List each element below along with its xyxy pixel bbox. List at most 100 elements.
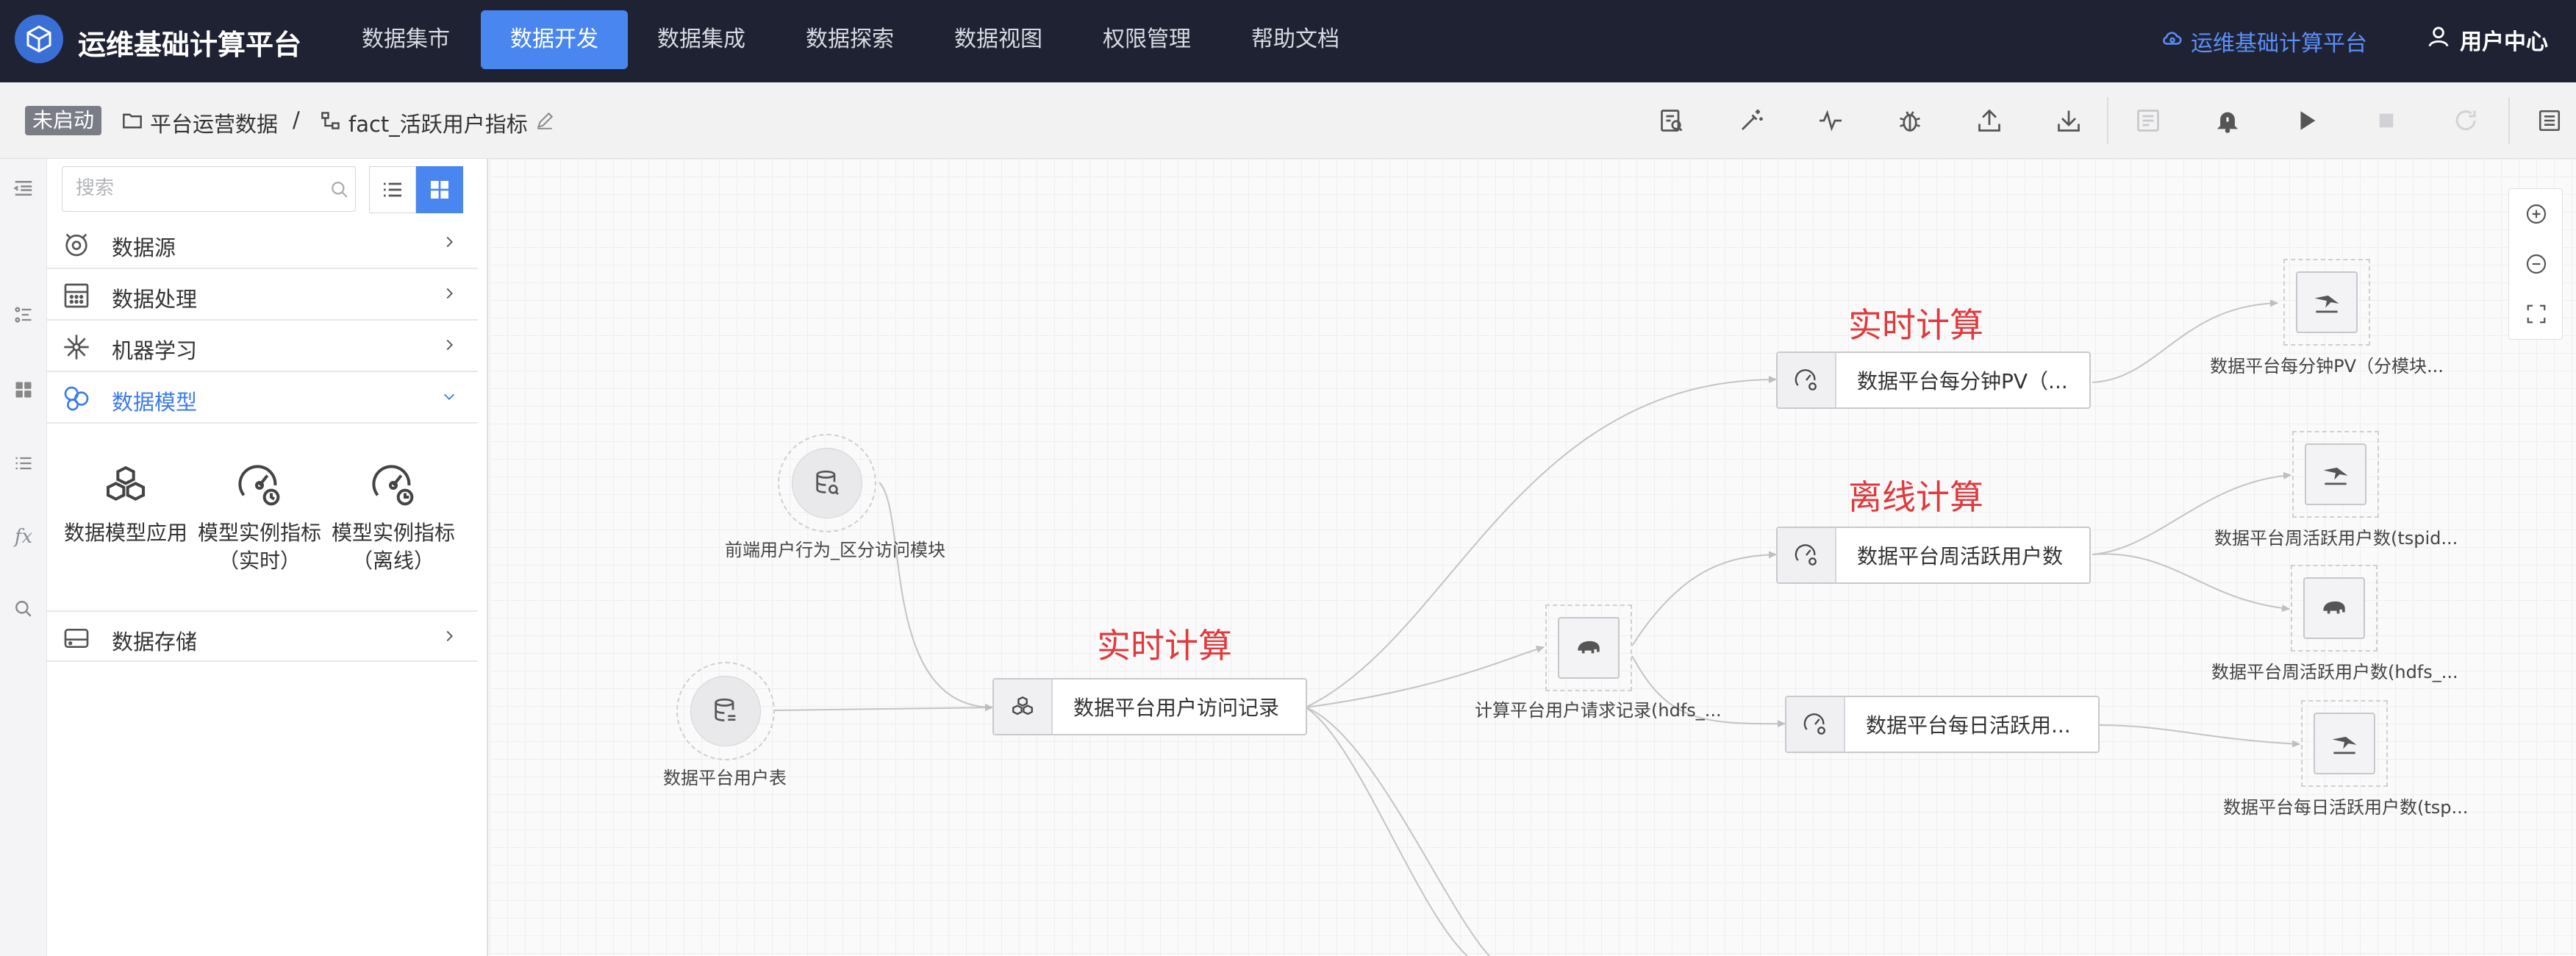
chevron-down-icon — [441, 388, 459, 406]
category-label: 数据存储 — [112, 629, 198, 654]
sink-node-label: 数据平台周活跃用户数(tspid... — [2214, 528, 2458, 549]
breadcrumb-separator: / — [293, 107, 300, 132]
nav-data-explore[interactable]: 数据探索 — [776, 10, 923, 69]
edge — [774, 704, 993, 712]
storage-node[interactable] — [1545, 604, 1632, 691]
cloud-icon — [2161, 27, 2183, 55]
zoom-out-icon[interactable] — [2522, 249, 2551, 279]
storage-node-label: 计算平台用户请求记录(hdfs_... — [1475, 700, 1722, 721]
download-icon[interactable] — [2053, 104, 2085, 137]
component-search — [62, 166, 356, 212]
breadcrumb-task[interactable]: fact_活跃用户指标 — [321, 107, 554, 138]
tool-model-metric-realtime[interactable]: 模型实例指标（实时） — [190, 462, 329, 575]
tspider-icon — [2314, 713, 2375, 774]
nav-help-docs[interactable]: 帮助文档 — [1222, 10, 1369, 69]
sink-node[interactable] — [2283, 259, 2370, 346]
debug-icon[interactable] — [1894, 104, 1926, 137]
nav-data-develop[interactable]: 数据开发 — [481, 10, 628, 69]
breadcrumb-project[interactable]: 平台运营数据 — [122, 107, 278, 138]
user-center-label: 用户中心 — [2460, 29, 2548, 55]
user-center-menu[interactable]: 用户中心 — [2426, 24, 2548, 56]
database-icon — [792, 448, 862, 518]
nav-data-market[interactable]: 数据集市 — [332, 10, 479, 69]
platform-link-label: 运维基础计算平台 — [2191, 31, 2367, 57]
alarm-bell-icon[interactable] — [2211, 104, 2244, 137]
hdfs-elephant-icon — [1558, 617, 1620, 679]
breadcrumb-project-label: 平台运营数据 — [150, 112, 279, 137]
sink-node[interactable] — [2291, 565, 2378, 652]
platform-switch-link[interactable]: 运维基础计算平台 — [2161, 25, 2367, 57]
chevron-right-icon — [441, 337, 459, 354]
grid-view-button[interactable] — [416, 166, 463, 213]
components-icon[interactable] — [10, 377, 37, 403]
pulse-icon[interactable] — [1814, 104, 1847, 137]
chevron-right-icon — [441, 285, 459, 303]
list-view-button[interactable] — [369, 166, 416, 213]
zoom-in-icon[interactable] — [2522, 199, 2551, 229]
category-processing[interactable]: 数据处理 — [47, 269, 478, 321]
hdfs-elephant-icon — [2303, 577, 2365, 639]
sink-node-label: 数据平台每日活跃用户数(tsp... — [2223, 797, 2469, 818]
list-panel-icon[interactable] — [2533, 104, 2566, 137]
flow-canvas[interactable]: 实时计算 实时计算 离线计算 前端用户行为_区分访问模块 数据平台用户表 数据平… — [490, 159, 2576, 956]
folder-icon — [122, 110, 143, 135]
process-node[interactable]: 数据平台每日活跃用... — [1785, 696, 2100, 753]
source-node[interactable] — [676, 662, 775, 760]
nav-data-integration[interactable]: 数据集成 — [628, 10, 775, 69]
app-title: 运维基础计算平台 — [78, 29, 302, 61]
search-icon[interactable] — [330, 180, 349, 202]
stop-icon — [2370, 104, 2403, 137]
component-panel: 数据源 数据处理 机器学习 数据模型 数 — [47, 159, 488, 956]
category-label: 数据源 — [112, 235, 176, 260]
category-label: 机器学习 — [112, 338, 198, 363]
process-node-label: 数据平台每分钟PV（... — [1857, 369, 2068, 393]
search-icon[interactable] — [10, 596, 37, 622]
category-model[interactable]: 数据模型 — [47, 372, 478, 424]
category-datasource[interactable]: 数据源 — [47, 218, 478, 269]
gauge-realtime-icon — [1778, 353, 1836, 407]
process-node[interactable]: 数据平台周活跃用户数 — [1776, 527, 2091, 584]
search-input[interactable] — [62, 167, 312, 210]
process-node[interactable]: 数据平台每分钟PV（... — [1776, 352, 2091, 409]
nav-data-view[interactable]: 数据视图 — [925, 10, 1072, 69]
toolbar-divider — [2508, 97, 2510, 144]
edge — [2099, 724, 2300, 748]
source-node-label: 数据平台用户表 — [663, 768, 787, 788]
category-label: 数据处理 — [112, 287, 198, 312]
gauge-offline-icon — [1778, 528, 1836, 582]
fullscreen-icon[interactable] — [2522, 299, 2551, 329]
collapse-panel-icon[interactable] — [10, 175, 37, 201]
process-node[interactable]: 数据平台用户访问记录 — [992, 678, 1307, 735]
network-icon — [62, 332, 91, 362]
sink-node[interactable] — [2301, 700, 2388, 787]
list-icon[interactable] — [10, 450, 37, 477]
function-icon[interactable]: fx — [10, 524, 37, 550]
upload-icon[interactable] — [1973, 104, 2006, 137]
status-badge: 未启动 — [25, 106, 102, 135]
play-icon[interactable] — [2291, 104, 2323, 137]
report-icon — [2132, 104, 2164, 137]
storage-icon — [62, 624, 91, 653]
chevron-right-icon — [441, 628, 459, 646]
source-node[interactable] — [778, 434, 876, 532]
sink-node[interactable] — [2292, 431, 2379, 518]
gauge-offline-icon — [370, 462, 417, 509]
nav-permission[interactable]: 权限管理 — [1073, 10, 1220, 69]
task-list-icon[interactable] — [10, 302, 37, 328]
category-ml[interactable]: 机器学习 — [47, 321, 478, 372]
tool-model-application[interactable]: 数据模型应用 — [56, 462, 196, 547]
user-icon — [2426, 24, 2451, 55]
validate-icon[interactable] — [1656, 104, 1688, 137]
magic-wand-icon[interactable] — [1735, 104, 1767, 137]
top-nav: 运维基础计算平台 数据集市 数据开发 数据集成 数据探索 数据视图 权限管理 帮… — [0, 0, 2576, 82]
model-icon — [62, 384, 91, 413]
cube-icon[interactable] — [15, 15, 63, 63]
edge — [1305, 707, 1468, 956]
edit-icon[interactable] — [535, 110, 554, 135]
category-storage[interactable]: 数据存储 — [47, 610, 478, 662]
breadcrumb-task-label: fact_活跃用户指标 — [348, 112, 528, 137]
database-icon — [690, 676, 761, 746]
tool-model-metric-offline[interactable]: 模型实例指标（离线） — [323, 462, 463, 575]
edge — [2092, 553, 2290, 612]
zoom-controls — [2508, 188, 2563, 340]
